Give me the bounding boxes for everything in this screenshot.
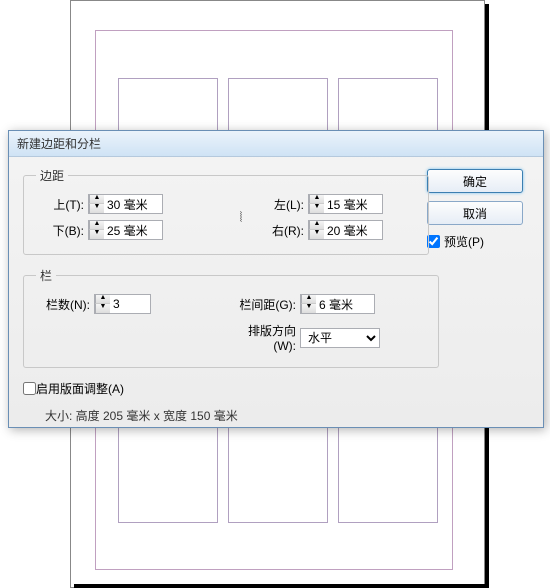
margins-legend: 边距 bbox=[36, 167, 68, 184]
column-count-spin[interactable]: ▲▼ bbox=[94, 294, 151, 314]
margins-group: 边距 上(T): ▲▼ ⦚ 左(L): ▲▼ bbox=[23, 167, 429, 255]
left-spin[interactable]: ▲▼ bbox=[308, 194, 383, 214]
gutter-input[interactable] bbox=[316, 296, 374, 312]
gutter-label: 栏间距(G): bbox=[226, 296, 296, 313]
ok-button[interactable]: 确定 bbox=[427, 169, 523, 193]
enable-layout-adjust-label: 启用版面调整(A) bbox=[36, 380, 124, 397]
column-count-input[interactable] bbox=[110, 296, 150, 312]
top-label: 上(T): bbox=[36, 196, 84, 213]
link-icon[interactable]: ⦚ bbox=[226, 209, 256, 226]
chevron-down-icon[interactable]: ▼ bbox=[89, 230, 104, 239]
bottom-spin[interactable]: ▲▼ bbox=[88, 220, 163, 240]
chevron-down-icon[interactable]: ▼ bbox=[89, 204, 104, 213]
bottom-input[interactable] bbox=[104, 222, 162, 238]
bottom-label: 下(B): bbox=[36, 222, 84, 239]
writing-direction-label: 排版方向(W): bbox=[226, 322, 296, 353]
right-spin[interactable]: ▲▼ bbox=[308, 220, 383, 240]
top-spin[interactable]: ▲▼ bbox=[88, 194, 163, 214]
writing-direction-select[interactable]: 水平 bbox=[300, 328, 380, 348]
margins-columns-dialog: 新建边距和分栏 边距 上(T): ▲▼ ⦚ 左(L): bbox=[8, 130, 544, 428]
columns-group: 栏 栏数(N): ▲▼ 栏间距(G): ▲▼ bbox=[23, 267, 439, 368]
enable-layout-adjust-checkbox[interactable] bbox=[23, 382, 36, 395]
right-label: 右(R): bbox=[256, 222, 304, 239]
column-count-label: 栏数(N): bbox=[36, 296, 90, 313]
size-text: 大小: 高度 205 毫米 x 宽度 150 毫米 bbox=[45, 407, 423, 424]
gutter-spin[interactable]: ▲▼ bbox=[300, 294, 375, 314]
dialog-titlebar[interactable]: 新建边距和分栏 bbox=[9, 131, 543, 157]
columns-legend: 栏 bbox=[36, 267, 56, 284]
preview-label: 预览(P) bbox=[444, 233, 484, 250]
chevron-down-icon[interactable]: ▼ bbox=[95, 304, 110, 313]
chevron-down-icon[interactable]: ▼ bbox=[309, 230, 324, 239]
top-input[interactable] bbox=[104, 196, 162, 212]
chevron-down-icon[interactable]: ▼ bbox=[309, 204, 324, 213]
cancel-button[interactable]: 取消 bbox=[427, 201, 523, 225]
left-input[interactable] bbox=[324, 196, 382, 212]
chevron-down-icon[interactable]: ▼ bbox=[301, 304, 316, 313]
left-label: 左(L): bbox=[256, 196, 304, 213]
right-input[interactable] bbox=[324, 222, 382, 238]
page-shadow bbox=[74, 584, 489, 588]
